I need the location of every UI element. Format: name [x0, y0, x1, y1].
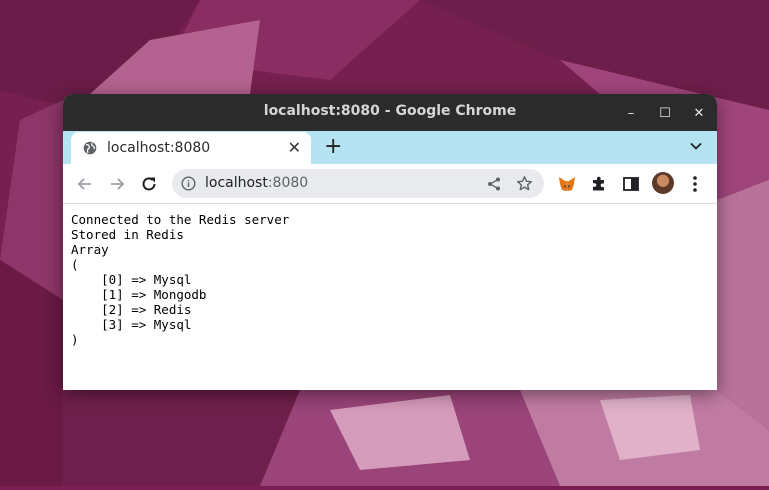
share-icon[interactable]: [486, 176, 502, 192]
url-text: localhost:8080: [205, 175, 308, 191]
chevron-down-icon[interactable]: [689, 139, 703, 153]
forward-arrow-icon[interactable]: [107, 174, 127, 194]
minimize-button[interactable]: –: [620, 102, 642, 124]
tab-title: localhost:8080: [107, 140, 211, 156]
output-line: (: [71, 257, 79, 272]
output-line: [1] => Mongodb: [71, 287, 207, 302]
side-panel-icon[interactable]: [621, 174, 641, 194]
output-line: [2] => Redis: [71, 302, 192, 317]
kebab-menu-icon[interactable]: [689, 173, 701, 195]
output-line: [0] => Mysql: [71, 272, 192, 287]
output-line: [3] => Mysql: [71, 317, 192, 332]
back-arrow-icon[interactable]: [75, 174, 95, 194]
globe-icon: [83, 141, 97, 155]
tab-strip: localhost:8080 ✕ +: [63, 131, 717, 164]
bookmark-star-icon[interactable]: [516, 175, 533, 192]
output-line: ): [71, 332, 79, 347]
address-bar[interactable]: localhost:8080: [172, 169, 544, 198]
extensions-puzzle-icon[interactable]: [589, 174, 609, 194]
maximize-button[interactable]: ☐: [654, 102, 676, 124]
output-line: Array: [71, 242, 109, 257]
browser-window: localhost:8080 - Google Chrome – ☐ ✕ loc…: [63, 94, 717, 390]
tab-close-button[interactable]: ✕: [288, 138, 301, 157]
profile-avatar[interactable]: [652, 172, 674, 194]
window-title: localhost:8080 - Google Chrome: [263, 103, 517, 119]
page-output: Connected to the Redis server Stored in R…: [71, 212, 289, 347]
output-line: Stored in Redis: [71, 227, 184, 242]
url-port: :8080: [267, 175, 309, 191]
reload-icon[interactable]: [139, 174, 159, 194]
output-line: Connected to the Redis server: [71, 212, 290, 227]
tab-localhost[interactable]: localhost:8080 ✕: [71, 132, 311, 164]
page-content: Connected to the Redis server Stored in R…: [63, 204, 717, 390]
new-tab-button[interactable]: +: [324, 136, 342, 158]
info-icon[interactable]: [181, 176, 196, 191]
close-window-button[interactable]: ✕: [688, 102, 710, 124]
title-bar: localhost:8080 - Google Chrome – ☐ ✕: [63, 94, 717, 131]
url-host: localhost: [205, 175, 268, 191]
metamask-fox-icon[interactable]: [557, 174, 577, 194]
toolbar: localhost:8080: [63, 164, 717, 204]
